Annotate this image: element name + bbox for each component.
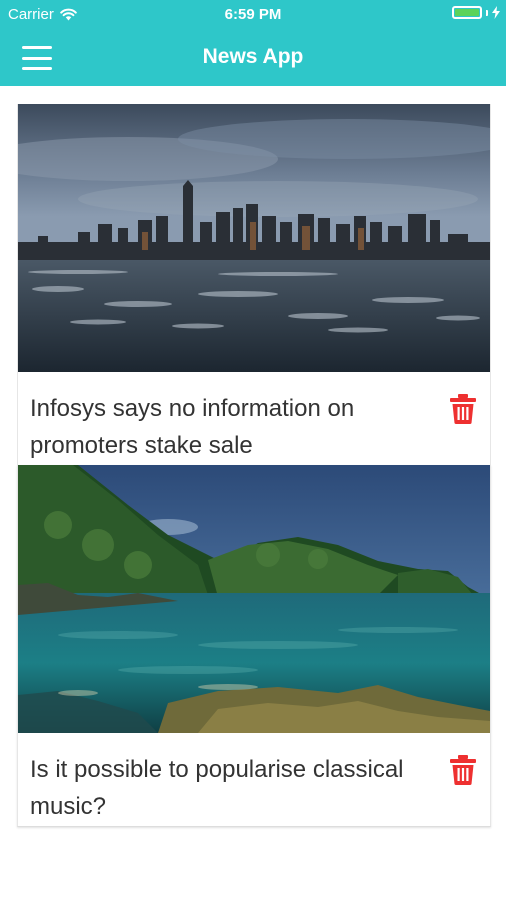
- article-card-body: Infosys says no information on promoters…: [18, 372, 490, 465]
- status-time: 6:59 PM: [224, 6, 282, 23]
- article-card[interactable]: Is it possible to popularise classical m…: [17, 465, 491, 827]
- trash-icon[interactable]: [450, 755, 476, 785]
- nav-bar: News App: [0, 30, 506, 86]
- article-headline[interactable]: Is it possible to popularise classical m…: [30, 751, 430, 825]
- battery-level-fill: [455, 9, 479, 16]
- article-card[interactable]: Infosys says no information on promoters…: [17, 104, 491, 465]
- article-headline[interactable]: Infosys says no information on promoters…: [30, 390, 430, 464]
- article-card-body: Is it possible to popularise classical m…: [18, 733, 490, 826]
- page-title: News App: [202, 45, 304, 68]
- city-skyline-over-water-photo[interactable]: [18, 104, 490, 372]
- battery-cap: [486, 9, 488, 16]
- status-bar: Carrier 6:59 PM: [0, 0, 506, 30]
- status-right: [452, 6, 500, 19]
- news-feed[interactable]: Infosys says no information on promoters…: [17, 104, 491, 827]
- trash-icon[interactable]: [450, 394, 476, 424]
- battery-icon: [452, 6, 482, 19]
- green-coastline-bay-photo[interactable]: [18, 465, 490, 733]
- charging-bolt-icon: [492, 6, 500, 19]
